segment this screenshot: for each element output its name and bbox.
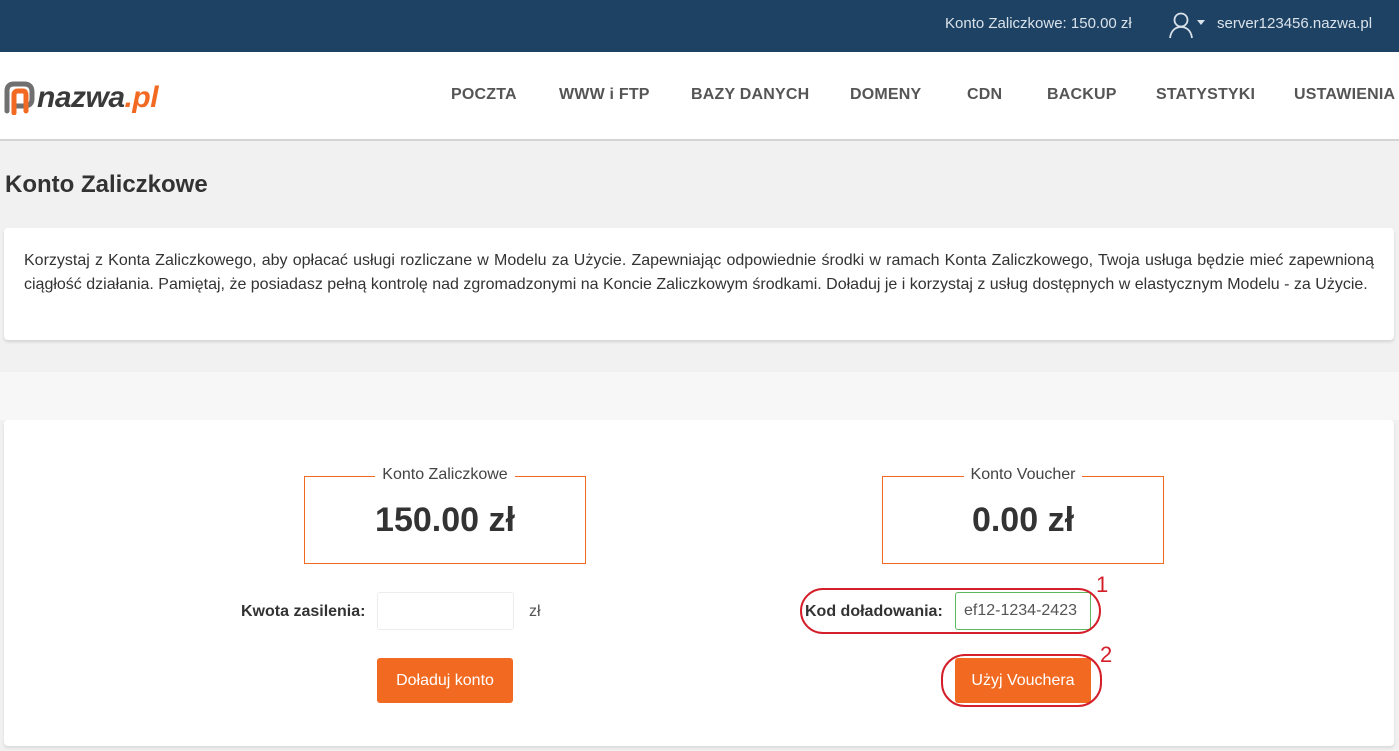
- voucher-balance-box: Konto Voucher 0.00 zł: [882, 466, 1164, 564]
- page-title: Konto Zaliczkowe: [5, 171, 208, 198]
- logo-text-main: nazwa: [37, 81, 125, 114]
- prepaid-amount: 150.00 zł: [375, 501, 515, 539]
- voucher-code-input[interactable]: [955, 592, 1091, 630]
- info-text: Korzystaj z Konta Zaliczkowego, aby opła…: [24, 252, 1374, 293]
- nav-item-statystyki[interactable]: STATYSTYKI: [1156, 86, 1255, 104]
- nav-item-cdn[interactable]: CDN: [967, 86, 1002, 104]
- account-balance-text[interactable]: Konto Zaliczkowe: 150.00 zł: [945, 15, 1132, 32]
- annotation-number-1: 1: [1096, 572, 1109, 597]
- voucher-code-label: Kod doładowania:: [805, 603, 943, 620]
- annotation-number-2: 2: [1100, 642, 1113, 667]
- logo-text-suffix: .pl: [124, 81, 159, 114]
- nav-item-backup[interactable]: BACKUP: [1047, 86, 1117, 104]
- accounts-card: Konto Zaliczkowe 150.00 zł Konto Voucher…: [4, 420, 1394, 746]
- nav-item-bazy-danych[interactable]: BAZY DANYCH: [691, 86, 809, 104]
- topup-account-button[interactable]: Doładuj konto: [377, 658, 513, 703]
- use-voucher-button[interactable]: Użyj Vouchera: [955, 658, 1091, 703]
- logo-mark-icon: [4, 81, 35, 115]
- nav-item-www-ftp[interactable]: WWW i FTP: [559, 86, 650, 104]
- info-card: Korzystaj z Konta Zaliczkowego, aby opła…: [4, 228, 1394, 340]
- logo-text: nazwa.pl: [37, 81, 159, 115]
- nav-item-poczta[interactable]: POCZTA: [451, 86, 517, 104]
- nav-item-ustawienia[interactable]: USTAWIENIA: [1294, 86, 1395, 104]
- currency-label: zł: [529, 603, 541, 620]
- topup-amount-input[interactable]: [377, 592, 514, 630]
- top-bar: Konto Zaliczkowe: 150.00 zł server123456…: [0, 0, 1399, 52]
- prepaid-balance-box: Konto Zaliczkowe 150.00 zł: [304, 466, 586, 564]
- section-divider: [0, 372, 1399, 420]
- chevron-down-icon[interactable]: [1197, 20, 1205, 25]
- voucher-amount: 0.00 zł: [971, 501, 1075, 539]
- server-name[interactable]: server123456.nazwa.pl: [1217, 15, 1372, 32]
- user-icon[interactable]: [1168, 11, 1194, 39]
- main-navigation: nazwa.pl POCZTA WWW i FTP BAZY DANYCH DO…: [0, 52, 1399, 141]
- logo[interactable]: nazwa.pl: [4, 79, 159, 117]
- topup-amount-label: Kwota zasilenia:: [241, 603, 366, 620]
- voucher-legend: Konto Voucher: [963, 466, 1083, 483]
- nav-item-domeny[interactable]: DOMENY: [850, 86, 921, 104]
- prepaid-legend: Konto Zaliczkowe: [375, 466, 515, 483]
